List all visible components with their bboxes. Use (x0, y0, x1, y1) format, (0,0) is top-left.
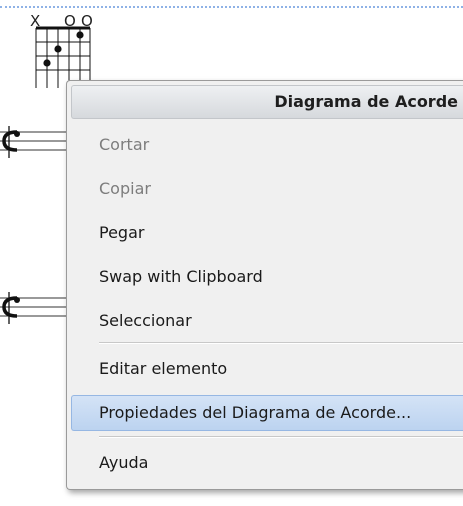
menu-item-cut[interactable]: Cortar (71, 127, 463, 163)
menu-separator (99, 436, 463, 438)
menu-item-swap-with-clipboard[interactable]: Swap with Clipboard (71, 259, 463, 295)
chord-finger-dot (76, 31, 84, 39)
menu-item-select[interactable]: Seleccionar (71, 303, 463, 339)
context-menu-title: Diagrama de Acorde (274, 92, 458, 111)
menu-item-chord-diagram-properties[interactable]: Propiedades del Diagrama de Acorde... (71, 395, 463, 431)
menu-item-paste[interactable]: Pegar (71, 215, 463, 251)
chord-finger-dot (43, 59, 51, 67)
context-menu: Diagrama de Acorde Cortar Copiar Pegar S… (66, 80, 463, 490)
common-time-icon (2, 126, 20, 158)
menu-item-copy[interactable]: Copiar (71, 171, 463, 207)
context-menu-header: Diagrama de Acorde (71, 85, 463, 119)
chord-finger-dot (54, 45, 62, 53)
menu-item-help[interactable]: Ayuda (71, 445, 463, 481)
menu-item-edit-element[interactable]: Editar elemento (71, 351, 463, 387)
chord-frets (36, 41, 90, 71)
common-time-icon (2, 292, 20, 324)
menu-separator (99, 342, 463, 344)
